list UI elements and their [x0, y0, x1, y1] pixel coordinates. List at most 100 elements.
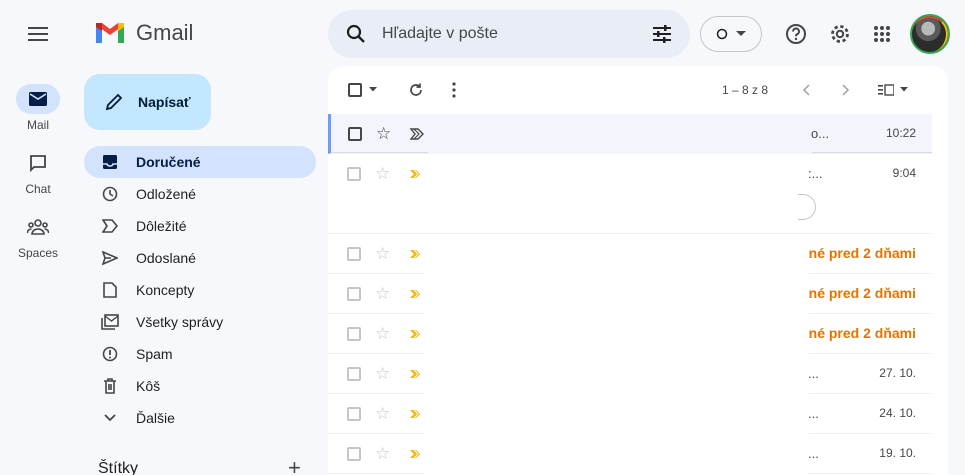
more-options-button[interactable]	[442, 78, 466, 102]
search-icon[interactable]	[344, 22, 368, 46]
row-time: 24. 10.	[879, 406, 916, 420]
nav-trash[interactable]: Kôš	[84, 370, 316, 402]
row-checkbox[interactable]	[347, 367, 361, 381]
list-toolbar: 1 – 8 z 8	[328, 66, 948, 114]
star-icon[interactable]: ☆	[375, 404, 390, 424]
row-time: 19. 10.	[879, 446, 916, 460]
row-time: 27. 10.	[879, 366, 916, 380]
hidden-content	[425, 314, 809, 354]
send-icon	[100, 248, 120, 268]
rail-label-spaces: Spaces	[17, 246, 59, 260]
nav-label: Odložené	[136, 186, 196, 202]
settings-button[interactable]	[828, 22, 852, 46]
apps-button[interactable]	[870, 22, 894, 46]
compose-label: Napísať	[138, 94, 191, 110]
email-row[interactable]: ☆ ... 27. 10.	[328, 354, 932, 394]
select-all-button[interactable]	[346, 78, 382, 102]
help-button[interactable]	[784, 22, 808, 46]
important-marker-icon[interactable]	[409, 126, 425, 142]
important-marker-icon[interactable]	[408, 286, 424, 302]
email-row[interactable]: ☆ né pred 2 dňami	[328, 314, 932, 354]
star-icon[interactable]: ☆	[375, 324, 390, 344]
pencil-icon	[102, 90, 126, 114]
rail-mail[interactable]: Mail	[0, 84, 76, 132]
star-icon[interactable]: ☆	[375, 244, 390, 264]
status-selector[interactable]	[700, 16, 762, 52]
hidden-content	[425, 274, 809, 314]
email-row[interactable]: ☆ ... 24. 10.	[328, 394, 932, 434]
row-snooze-time: né pred 2 dňami	[808, 245, 916, 261]
chat-icon	[16, 148, 60, 178]
nav-label: Doručené	[136, 154, 201, 170]
avatar[interactable]	[910, 14, 950, 54]
nav-sent[interactable]: Odoslané	[84, 242, 316, 274]
main-menu-button[interactable]	[22, 22, 54, 46]
draft-icon	[100, 280, 120, 300]
split-pane-icon	[878, 84, 894, 96]
nav-all-mail[interactable]: Všetky správy	[84, 306, 316, 338]
important-marker-icon[interactable]	[408, 246, 424, 262]
nav-label: Všetky správy	[136, 314, 224, 330]
clock-icon	[100, 184, 120, 204]
spam-icon	[100, 344, 120, 364]
important-marker-icon[interactable]	[408, 446, 424, 462]
nav-label: Dôležité	[136, 218, 187, 234]
gmail-logo[interactable]: Gmail	[94, 20, 193, 46]
rail-spaces[interactable]: Spaces	[0, 212, 76, 260]
important-marker-icon[interactable]	[408, 166, 424, 182]
row-snippet: ...	[808, 446, 819, 461]
email-row[interactable]: ☆ né pred 2 dňami	[328, 234, 932, 274]
row-checkbox[interactable]	[347, 247, 361, 261]
more-vert-icon	[452, 82, 456, 98]
star-icon[interactable]: ☆	[375, 164, 390, 184]
email-row[interactable]: ☆ o... 10:22	[328, 114, 932, 154]
nav-more[interactable]: Ďalšie	[84, 402, 316, 434]
refresh-button[interactable]	[404, 78, 428, 102]
compose-button[interactable]: Napísať	[84, 74, 211, 130]
rail-chat[interactable]: Chat	[0, 148, 76, 196]
email-row[interactable]: ☆ né pred 2 dňami	[328, 274, 932, 314]
star-icon[interactable]: ☆	[375, 284, 390, 304]
search-bar[interactable]: Hľadajte v pošte	[328, 10, 690, 58]
page-range: 1 – 8 z 8	[722, 83, 769, 97]
hamburger-icon	[28, 27, 48, 41]
email-row[interactable]: ☆ ... 19. 10.	[328, 434, 932, 474]
nav-drafts[interactable]: Koncepty	[84, 274, 316, 306]
apps-grid-icon	[874, 26, 890, 42]
gmail-m-icon	[96, 23, 124, 43]
star-icon[interactable]: ☆	[375, 364, 390, 384]
row-checkbox[interactable]	[348, 127, 362, 141]
row-checkbox[interactable]	[347, 447, 361, 461]
nav-inbox[interactable]: Doručené	[84, 146, 316, 178]
attachment-chip[interactable]	[798, 194, 816, 220]
search-input[interactable]: Hľadajte v pošte	[382, 25, 650, 43]
row-snippet: o...	[811, 126, 830, 141]
hidden-content	[425, 394, 809, 434]
star-icon[interactable]: ☆	[376, 124, 391, 144]
trash-icon	[100, 376, 120, 396]
row-snippet: ...	[808, 406, 819, 421]
row-checkbox[interactable]	[347, 287, 361, 301]
important-marker-icon[interactable]	[408, 366, 424, 382]
row-snooze-time: né pred 2 dňami	[808, 325, 916, 341]
density-button[interactable]	[876, 78, 912, 102]
important-marker-icon[interactable]	[408, 326, 424, 342]
search-options-icon[interactable]	[650, 22, 674, 46]
nav-important[interactable]: Dôležité	[84, 210, 316, 242]
inbox-icon	[100, 152, 120, 172]
hidden-content	[425, 234, 809, 274]
prev-page-button[interactable]	[794, 78, 818, 102]
add-label-button[interactable]: +	[288, 457, 301, 475]
star-icon[interactable]: ☆	[375, 444, 390, 464]
email-row[interactable]: ☆ :... 9:04	[328, 154, 932, 234]
nav-spam[interactable]: Spam	[84, 338, 316, 370]
row-checkbox[interactable]	[347, 167, 361, 181]
label-important-icon	[100, 216, 120, 236]
gear-icon	[831, 25, 849, 43]
next-page-button[interactable]	[834, 78, 858, 102]
row-checkbox[interactable]	[347, 327, 361, 341]
nav-snoozed[interactable]: Odložené	[84, 178, 316, 210]
nav-label: Odoslané	[136, 250, 196, 266]
row-checkbox[interactable]	[347, 407, 361, 421]
important-marker-icon[interactable]	[408, 406, 424, 422]
